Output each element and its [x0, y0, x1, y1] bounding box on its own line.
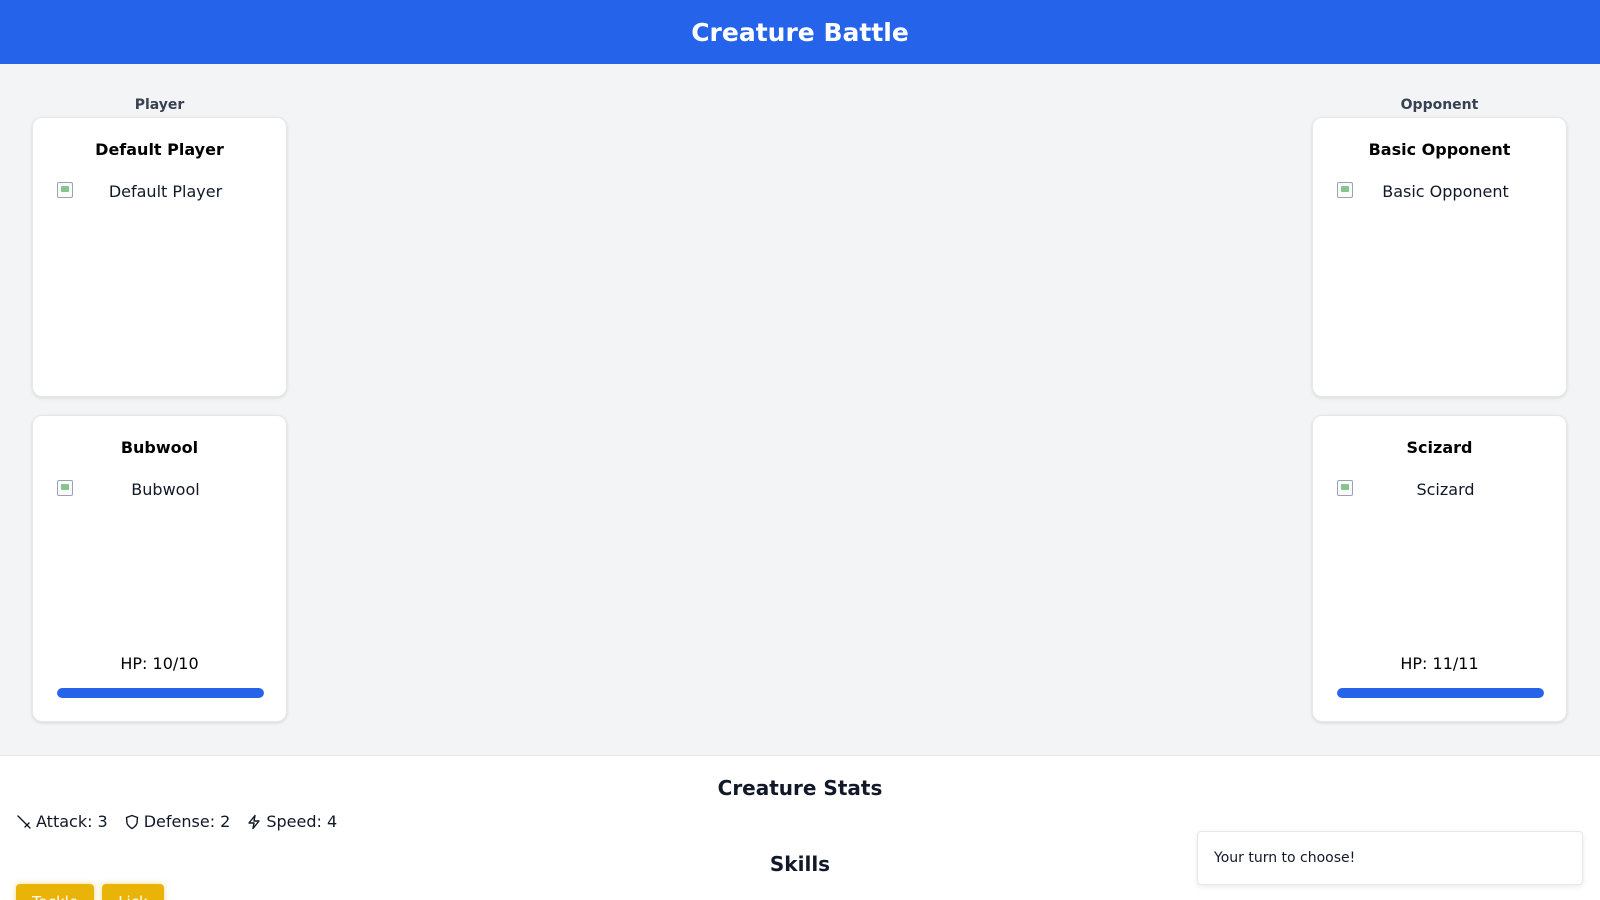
player-side-label: Player	[134, 97, 185, 113]
player-trainer-card: Default Player Default Player	[32, 117, 287, 397]
attack-label: Attack: 3	[36, 812, 108, 831]
lightning-icon	[248, 814, 261, 829]
player-trainer-name: Default Player	[95, 140, 224, 159]
opponent-trainer-image-alt: Basic Opponent	[1382, 182, 1509, 201]
app-title: Creature Battle	[691, 17, 909, 47]
opponent-trainer-card: Basic Opponent Basic Opponent	[1312, 117, 1567, 397]
opponent-creature-image: Scizard	[1337, 480, 1544, 620]
opponent-side-label: Opponent	[1400, 97, 1479, 113]
opponent-hp-text: HP: 11/11	[1400, 654, 1479, 673]
player-hp-text: HP: 10/10	[120, 654, 199, 673]
player-creature-card: Bubwool Bubwool HP: 10/10	[32, 415, 287, 722]
skills-row: Tackle Lick	[16, 884, 164, 900]
player-creature-image-alt: Bubwool	[131, 480, 200, 499]
player-creature-name: Bubwool	[120, 438, 199, 457]
stats-row: Attack: 3 Defense: 2 Speed: 4	[16, 812, 337, 831]
player-creature-image: Bubwool	[57, 480, 264, 620]
defense-stat: Defense: 2	[124, 812, 231, 831]
broken-image-icon	[57, 182, 73, 198]
opponent-creature-card: Scizard Scizard HP: 11/11	[1312, 415, 1567, 722]
player-hp-bar	[57, 688, 264, 698]
turn-toast: Your turn to choose!	[1197, 831, 1583, 885]
speed-stat: Speed: 4	[246, 812, 337, 831]
broken-image-icon	[1337, 480, 1353, 496]
opponent-hp-fill	[1337, 688, 1544, 698]
broken-image-icon	[57, 480, 73, 496]
player-trainer-image: Default Player	[57, 182, 264, 322]
shield-icon	[125, 814, 138, 829]
defense-label: Defense: 2	[143, 812, 231, 831]
player-hp-fill	[57, 688, 264, 698]
opponent-hp-bar	[1337, 688, 1544, 698]
speed-label: Speed: 4	[266, 812, 338, 831]
stats-title: Creature Stats	[717, 776, 883, 800]
skill-button-tackle[interactable]: Tackle	[16, 884, 95, 900]
broken-image-icon	[1337, 182, 1353, 198]
opponent-creature-image-alt: Scizard	[1416, 480, 1475, 499]
attack-stat: Attack: 3	[16, 812, 108, 831]
opponent-trainer-name: Basic Opponent	[1368, 140, 1511, 159]
opponent-trainer-image: Basic Opponent	[1337, 182, 1544, 322]
skill-button-lick[interactable]: Lick	[102, 884, 164, 900]
player-trainer-image-alt: Default Player	[108, 182, 223, 201]
sword-icon	[17, 814, 31, 829]
opponent-creature-name: Scizard	[1406, 438, 1473, 457]
app-header: Creature Battle	[0, 0, 1600, 64]
toast-message: Your turn to choose!	[1214, 850, 1356, 866]
